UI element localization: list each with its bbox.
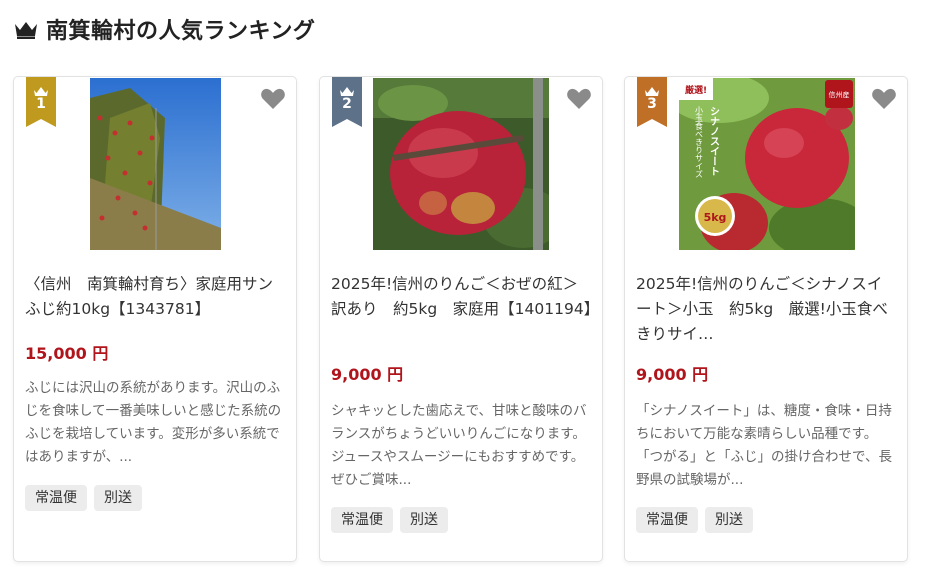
tag-room-temperature: 常温便 (636, 507, 698, 533)
product-title[interactable]: 〈信州 南箕輪村育ち〉家庭用サンふじ約10kg【1343781】 (25, 272, 286, 322)
rank-number: 2 (342, 96, 352, 112)
ranking-card-3[interactable]: 5kg 厳選! 信州産 小玉食べきりサイズ シナノスイート 3 2025年!信州… (624, 76, 908, 562)
product-title[interactable]: 2025年!信州のりんご＜おぜの紅＞訳あり 約5kg 家庭用【1401194】 (331, 272, 599, 322)
shipping-tags: 常温便 別送 (331, 507, 448, 533)
tag-separate-shipping: 別送 (94, 485, 142, 511)
ranking-card-2[interactable]: 2 2025年!信州のりんご＜おぜの紅＞訳あり 約5kg 家庭用【1401194… (319, 76, 603, 562)
image-badge-label: 厳選! (685, 84, 707, 96)
product-description: 「シナノスイート」は、糖度・食味・日持ちにおいて万能な素晴らしい品種です。「つが… (636, 403, 892, 488)
rank-ribbon-2: 2 (332, 77, 362, 127)
rank-number: 3 (647, 96, 657, 112)
ranking-title: 南箕輪村の人気ランキング (46, 19, 316, 44)
shipping-tags: 常温便 別送 (636, 507, 753, 533)
product-description: ふじには沢山の系統があります。沢山のふじを食味して一番美味しいと感じた系統のふじ… (25, 380, 282, 465)
rank-ribbon-3: 3 (637, 77, 667, 127)
tag-room-temperature: 常温便 (25, 485, 87, 511)
image-vertical-sub: 小玉食べきりサイズ (695, 106, 704, 178)
crown-icon (14, 19, 38, 39)
ranking-card-1[interactable]: 1 〈信州 南箕輪村育ち〉家庭用サンふじ約10kg【1343781】 15,00… (13, 76, 297, 562)
favorite-heart-icon[interactable] (871, 87, 897, 111)
product-price: 9,000 円 (636, 365, 709, 384)
ranking-heading: 南箕輪村の人気ランキング (14, 12, 315, 46)
shipping-tags: 常温便 別送 (25, 485, 142, 511)
product-image-shinano-sweet[interactable]: 5kg 厳選! 信州産 小玉食べきりサイズ シナノスイート (679, 78, 855, 250)
tag-room-temperature: 常温便 (331, 507, 393, 533)
rank-number: 1 (36, 96, 46, 112)
favorite-heart-icon[interactable] (566, 87, 592, 111)
image-weight-label: 5kg (704, 211, 727, 224)
rank-ribbon-1: 1 (26, 77, 56, 127)
tag-separate-shipping: 別送 (400, 507, 448, 533)
product-image-apple[interactable] (373, 78, 549, 250)
tag-separate-shipping: 別送 (705, 507, 753, 533)
product-price: 15,000 円 (25, 344, 109, 363)
product-image-orchard[interactable] (90, 78, 221, 250)
product-title[interactable]: 2025年!信州のりんご＜シナノスイート＞小玉 約5kg 厳選!小玉食べきりサイ… (636, 272, 897, 347)
image-brand-label: 信州産 (829, 90, 850, 99)
favorite-heart-icon[interactable] (260, 87, 286, 111)
image-vertical-main: シナノスイート (708, 106, 720, 176)
product-price: 9,000 円 (331, 365, 404, 384)
product-description: シャキッとした歯応えで、甘味と酸味のバランスがちょうどいいりんごになります。ジュ… (331, 403, 587, 488)
